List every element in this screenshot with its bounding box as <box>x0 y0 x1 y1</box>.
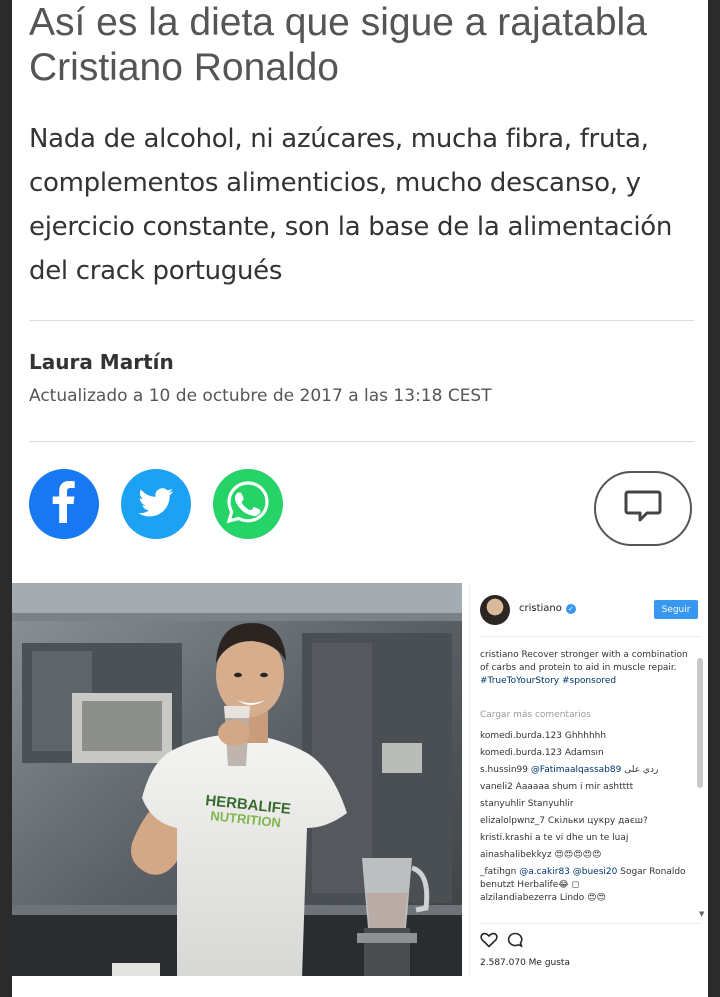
comment-icon[interactable] <box>506 932 524 952</box>
post-actions <box>480 932 524 952</box>
whatsapp-icon <box>213 467 283 541</box>
comment-item: alzilandiabezerra Lindo 😍😍 <box>480 893 606 903</box>
follow-button[interactable]: Seguir <box>654 600 698 619</box>
share-twitter-button[interactable] <box>121 469 191 539</box>
facebook-icon <box>29 467 99 541</box>
comment-item: _fatihgn @a.cakir83 @buesi20 Sogar Ronal… <box>480 867 686 890</box>
comments-scrollbar[interactable] <box>697 658 703 788</box>
author-name[interactable]: Laura Martín <box>29 350 174 374</box>
left-edge <box>0 0 12 997</box>
caption-hashtags[interactable]: #TrueToYourStory #sponsored <box>480 676 616 686</box>
share-facebook-button[interactable] <box>29 469 99 539</box>
likes-count: 2.587.070 Me gusta <box>480 958 570 968</box>
divider <box>29 320 694 321</box>
article-subtitle: Nada de alcohol, ni azúcares, mucha fibr… <box>29 124 673 286</box>
comments-list: komedi.burda.123 Ghhhhhh komedi.burda.12… <box>480 728 696 907</box>
post-caption: cristiano Recover stronger with a combin… <box>480 649 690 688</box>
right-edge <box>708 0 720 997</box>
share-whatsapp-button[interactable] <box>213 469 283 539</box>
verified-badge-icon: ✓ <box>565 604 576 614</box>
comments-button[interactable] <box>594 471 692 546</box>
article: Así es la dieta que sigue a rajatabla Cr… <box>12 0 708 997</box>
divider <box>29 441 694 442</box>
comment-item: vaneli2 Aaaaaa shum i mir ashtttt <box>480 782 634 792</box>
comment-item: komedi.burda.123 Ghhhhhh <box>480 731 607 741</box>
heart-icon[interactable] <box>480 932 498 952</box>
divider <box>480 923 702 924</box>
comment-item: stanyuhlir Stanyuhlir <box>480 799 574 809</box>
comment-item: ainashalibekkyz 😍😍😍😍😍 <box>480 850 602 860</box>
updated-date: Actualizado a 10 de octubre de 2017 a la… <box>29 386 492 406</box>
article-photo: HERBALIFE NUTRITION <box>12 583 462 976</box>
load-more-comments[interactable]: Cargar más comentarios <box>480 710 591 720</box>
comment-bubble-icon <box>623 488 663 530</box>
instagram-embed: cristiano ✓ Seguir cristiano Recover stro… <box>469 583 708 976</box>
instagram-username[interactable]: cristiano ✓ <box>519 603 576 614</box>
comment-item: komedi.burda.123 Adamsın <box>480 748 604 758</box>
caption-user[interactable]: cristiano <box>480 650 519 660</box>
avatar[interactable] <box>480 595 510 625</box>
comment-item: kristi.krashi a te vi dhe un te luaj <box>480 833 629 843</box>
comment-item: s.hussin99 @Fatimaalqassab89 ردي على <box>480 765 659 775</box>
scroll-down-arrow-icon[interactable]: ▼ <box>699 910 704 918</box>
article-headline: Así es la dieta que sigue a rajatabla Cr… <box>29 1 647 89</box>
comment-item: elizalolpwnz_7 Скільки цукру даєш? <box>480 816 648 826</box>
divider <box>480 636 702 637</box>
twitter-icon <box>121 467 191 541</box>
